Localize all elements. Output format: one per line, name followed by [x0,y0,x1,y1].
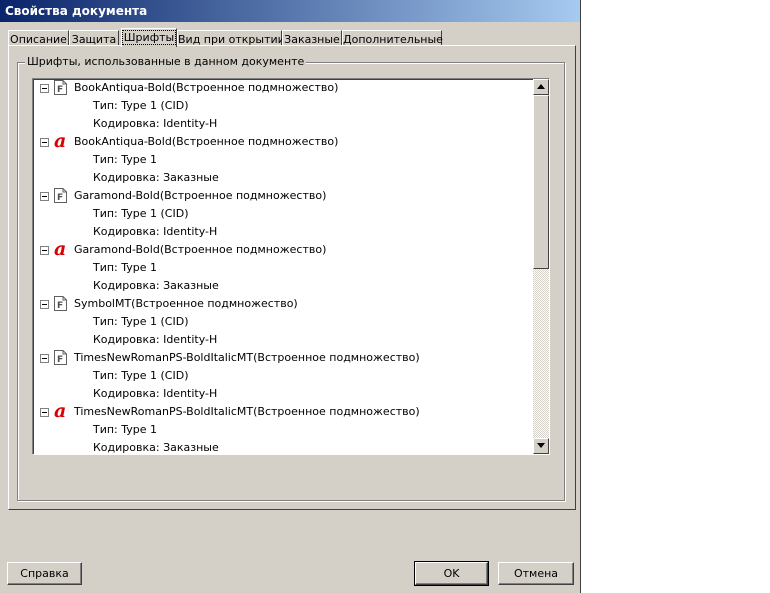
vertical-scrollbar[interactable] [533,79,549,454]
collapse-toggle-icon[interactable] [40,300,49,309]
font-name: Garamond-Bold(Встроенное подмножество) [74,243,327,256]
fonts-group-label: Шрифты, использованные в данном документ… [25,55,307,68]
font-encoding: Кодировка: Identity-H [93,387,218,400]
font-encoding: Кодировка: Заказные [93,279,219,292]
font-encoding: Кодировка: Identity-H [93,117,218,130]
scroll-up-button[interactable] [533,79,549,95]
font-tree-item[interactable]: F TimesNewRomanPS-BoldItalicMT(Встроенное… [33,349,531,367]
fonts-tab-panel: Шрифты, использованные в данном документ… [8,45,576,510]
collapse-toggle-icon[interactable] [40,192,49,201]
arrow-down-icon [537,443,545,448]
font-tree-item[interactable]: a TimesNewRomanPS-BoldItalicMT(Встроенное… [33,400,531,422]
font-encoding: Кодировка: Identity-H [93,333,218,346]
font-type: Тип: Type 1 (CID) [93,315,189,328]
font-type: Тип: Type 1 (CID) [93,99,189,112]
font-type: Тип: Type 1 (CID) [93,369,189,382]
font-name: SymbolMT(Встроенное подмножество) [74,297,298,310]
font-tree-item[interactable]: F SymbolMT(Встроенное подмножество) [33,295,531,313]
help-button[interactable]: Справка [7,562,82,585]
font-type: Тип: Type 1 [93,423,158,436]
fonts-groupbox: Шрифты, использованные в данном документ… [17,55,565,501]
title-bar[interactable]: Свойства документа [0,0,580,22]
custom-font-icon: a [54,130,67,152]
tab-advanced[interactable]: Дополнительные [342,30,443,46]
font-tree-item[interactable]: F Garamond-Bold(Встроенное подмножество) [33,187,531,205]
font-encoding: Кодировка: Заказные [93,441,219,454]
type1-font-icon: F [54,350,67,365]
type1-font-icon: F [54,296,67,311]
font-name: Garamond-Bold(Встроенное подмножество) [74,189,327,202]
font-type: Тип: Type 1 [93,261,158,274]
tab-fonts[interactable]: Шрифты [121,28,177,47]
fonts-tree[interactable]: F BookAntiqua-Bold(Встроенное подмножеств… [32,78,550,455]
scroll-down-button[interactable] [533,438,549,454]
collapse-toggle-icon[interactable] [40,354,49,363]
type1-font-icon: F [54,80,67,95]
collapse-toggle-icon[interactable] [40,246,49,255]
tab-description[interactable]: Описание [8,30,69,46]
dialog-title: Свойства документа [5,4,148,18]
collapse-toggle-icon[interactable] [40,408,49,417]
collapse-toggle-icon[interactable] [40,138,49,147]
font-encoding: Кодировка: Identity-H [93,225,218,238]
tab-initial-view[interactable]: Вид при открытии [177,30,285,46]
svg-text:F: F [57,193,63,203]
tab-security[interactable]: Защита [69,30,119,46]
custom-font-icon: a [54,238,67,260]
svg-text:F: F [57,85,63,95]
custom-font-icon: a [54,400,67,422]
svg-text:F: F [57,301,63,311]
ok-button[interactable]: OK [414,561,489,586]
cancel-button[interactable]: Отмена [498,562,574,585]
font-tree-item[interactable]: a Garamond-Bold(Встроенное подмножество) [33,238,531,260]
font-name: TimesNewRomanPS-BoldItalicMT(Встроенное … [74,405,420,418]
font-type: Тип: Type 1 [93,153,158,166]
font-tree-item[interactable]: F BookAntiqua-Bold(Встроенное подмножеств… [33,79,531,97]
font-name: BookAntiqua-Bold(Встроенное подмножество… [74,135,339,148]
collapse-toggle-icon[interactable] [40,84,49,93]
document-properties-dialog: Свойства документа Описание Защита Шрифт… [0,0,581,593]
font-name: BookAntiqua-Bold(Встроенное подмножество… [74,81,339,94]
font-name: TimesNewRomanPS-BoldItalicMT(Встроенное … [74,351,420,364]
type1-font-icon: F [54,188,67,203]
svg-text:F: F [57,355,63,365]
scroll-thumb[interactable] [533,95,549,269]
tab-custom[interactable]: Заказные [282,30,342,46]
font-tree-item[interactable]: a BookAntiqua-Bold(Встроенное подмножеств… [33,130,531,152]
font-type: Тип: Type 1 (CID) [93,207,189,220]
font-encoding: Кодировка: Заказные [93,171,219,184]
arrow-up-icon [537,84,545,89]
